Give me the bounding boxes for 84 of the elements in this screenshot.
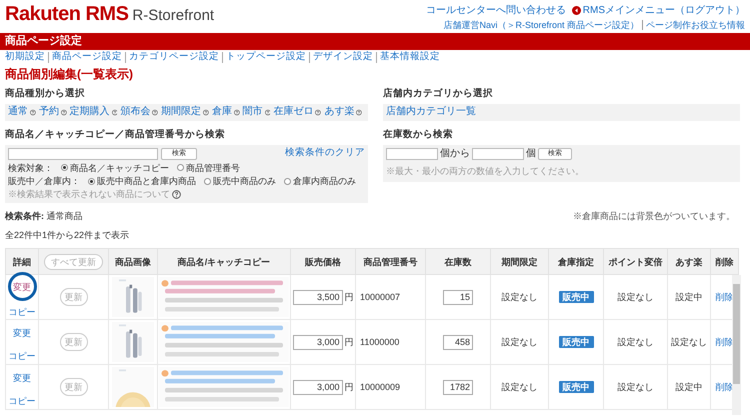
unit-label: 個から (440, 148, 470, 160)
section-label: 商品種別から選択 (5, 88, 86, 100)
nav-link[interactable]: 商品ページ設定 (48, 52, 122, 63)
table-cell: 設定なし (490, 320, 548, 365)
table-cell: 11000000 (356, 320, 426, 365)
column-header: あす楽 (668, 248, 710, 275)
type-link[interactable]: あす楽 (324, 106, 354, 118)
status-badge: 販売中 (558, 291, 594, 304)
column-header: 商品管理番号 (356, 248, 426, 275)
price-field[interactable]: 3,000 (292, 334, 342, 350)
currency-label: 円 (344, 382, 354, 392)
status-badge: 販売中 (558, 336, 594, 348)
table-cell: 10000009 (356, 364, 426, 410)
column-header: 倉庫指定 (548, 248, 604, 275)
product-name: R-Storefront (132, 7, 214, 24)
stock-field[interactable]: 1782 (443, 380, 473, 395)
nav-link[interactable]: トップページ設定 (222, 52, 306, 63)
column-header: 商品名/キャッチコピー (158, 248, 290, 275)
type-link[interactable]: 頒布会 (120, 106, 150, 118)
header-link[interactable]: コールセンターへ問い合わせる (426, 5, 566, 16)
category-link[interactable]: 店舗内カテゴリ一覧 (386, 106, 476, 118)
brand-logo: Rakuten RMS (5, 3, 128, 26)
table-cell: 設定なし (490, 274, 548, 320)
currency-label: 円 (344, 337, 354, 348)
status-badge: 販売中 (558, 381, 594, 394)
nav-link[interactable]: 基本情報設定 (376, 52, 440, 63)
table-cell: 設定なし (604, 320, 668, 365)
header-link[interactable]: RMSメインメニュー（ログアウト） (582, 5, 745, 16)
table-cell: 設定なし (668, 320, 710, 365)
column-header: ポイント変倍 (604, 248, 668, 275)
table-cell: 設定なし (604, 364, 668, 410)
nav-link[interactable]: 初期設定 (5, 52, 45, 63)
type-link[interactable]: 闇市 (242, 106, 263, 118)
header-link[interactable]: ページ制作お役立ち情報 (642, 20, 745, 30)
nav-link[interactable]: デザイン設定 (309, 52, 373, 63)
radio-option[interactable]: 商品管理番号 (177, 162, 240, 173)
column-header: 在庫数 (426, 248, 490, 275)
result-count: 全22件中1件から22件まで表示 (4, 230, 130, 240)
type-link[interactable]: 通常 (8, 106, 28, 118)
column-header: 期間限定 (490, 248, 548, 275)
radio-option[interactable]: 商品名／キャッチコピー (61, 162, 169, 173)
edit-link[interactable]: 変更 (13, 328, 31, 339)
column-header: 販売価格 (290, 248, 356, 275)
edit-link[interactable]: 変更 (13, 282, 31, 292)
currency-label: 円 (344, 292, 354, 302)
section-label: 在庫数から検索 (383, 130, 454, 141)
copy-link[interactable]: コピー (8, 350, 36, 361)
clear-link[interactable]: 検索条件のクリア (285, 148, 365, 160)
copy-link[interactable]: コピー (8, 396, 36, 406)
nav-link[interactable]: カテゴリページ設定 (125, 52, 219, 63)
copy-link[interactable]: コピー (8, 307, 36, 318)
type-link[interactable]: 予約 (38, 106, 59, 118)
edit-link[interactable]: 変更 (13, 373, 31, 384)
table-cell: 設定なし (490, 364, 548, 410)
type-link[interactable]: 定期購入 (70, 106, 110, 118)
page-title: 商品ページ設定 (5, 35, 82, 48)
stock-field[interactable]: 458 (443, 334, 473, 350)
price-field[interactable]: 3,000 (292, 380, 342, 395)
column-header: 商品画像 (108, 248, 158, 275)
radio-option[interactable]: 販売中商品のみ (204, 176, 276, 186)
unit-label: 個 (526, 148, 536, 160)
table-cell: 10000007 (356, 274, 426, 320)
table-cell: 設定中 (668, 364, 710, 410)
type-link[interactable]: 倉庫 (212, 106, 232, 118)
type-link[interactable]: 期間限定 (161, 106, 202, 118)
column-header: 削除 (710, 248, 738, 275)
price-field[interactable]: 3,500 (292, 290, 342, 305)
type-link[interactable]: 在庫ゼロ (273, 106, 314, 118)
radio-option[interactable]: 倉庫内商品のみ (284, 176, 356, 186)
stock-field[interactable]: 15 (443, 290, 473, 305)
warehouse-note: ※倉庫商品には背景色がついています。 (573, 210, 736, 221)
radio-label: 検索対象： (8, 162, 53, 173)
header-link[interactable]: 店舗運営Navi（＞R-Storefront 商品ページ設定） (443, 20, 639, 30)
table-cell: 設定なし (604, 274, 668, 320)
radio-label: 販売中／倉庫内： (8, 176, 80, 186)
radio-option[interactable]: 販売中商品と倉庫内商品 (88, 176, 196, 186)
search-note: ※検索結果で表示されない商品について (8, 189, 170, 200)
stock-note: ※最大・最小の両方の数値を入力してください。 (386, 166, 585, 176)
page-heading: 商品個別編集(一覧表示) (4, 68, 134, 82)
search-condition: 検索条件: 通常商品 (5, 210, 83, 221)
column-header: 詳細 (6, 248, 38, 275)
section-label: 商品名／キャッチコピー／商品管理番号から検索 (5, 130, 226, 141)
table-cell: 設定中 (668, 274, 710, 320)
section-label: 店舗内カテゴリから選択 (383, 88, 494, 100)
